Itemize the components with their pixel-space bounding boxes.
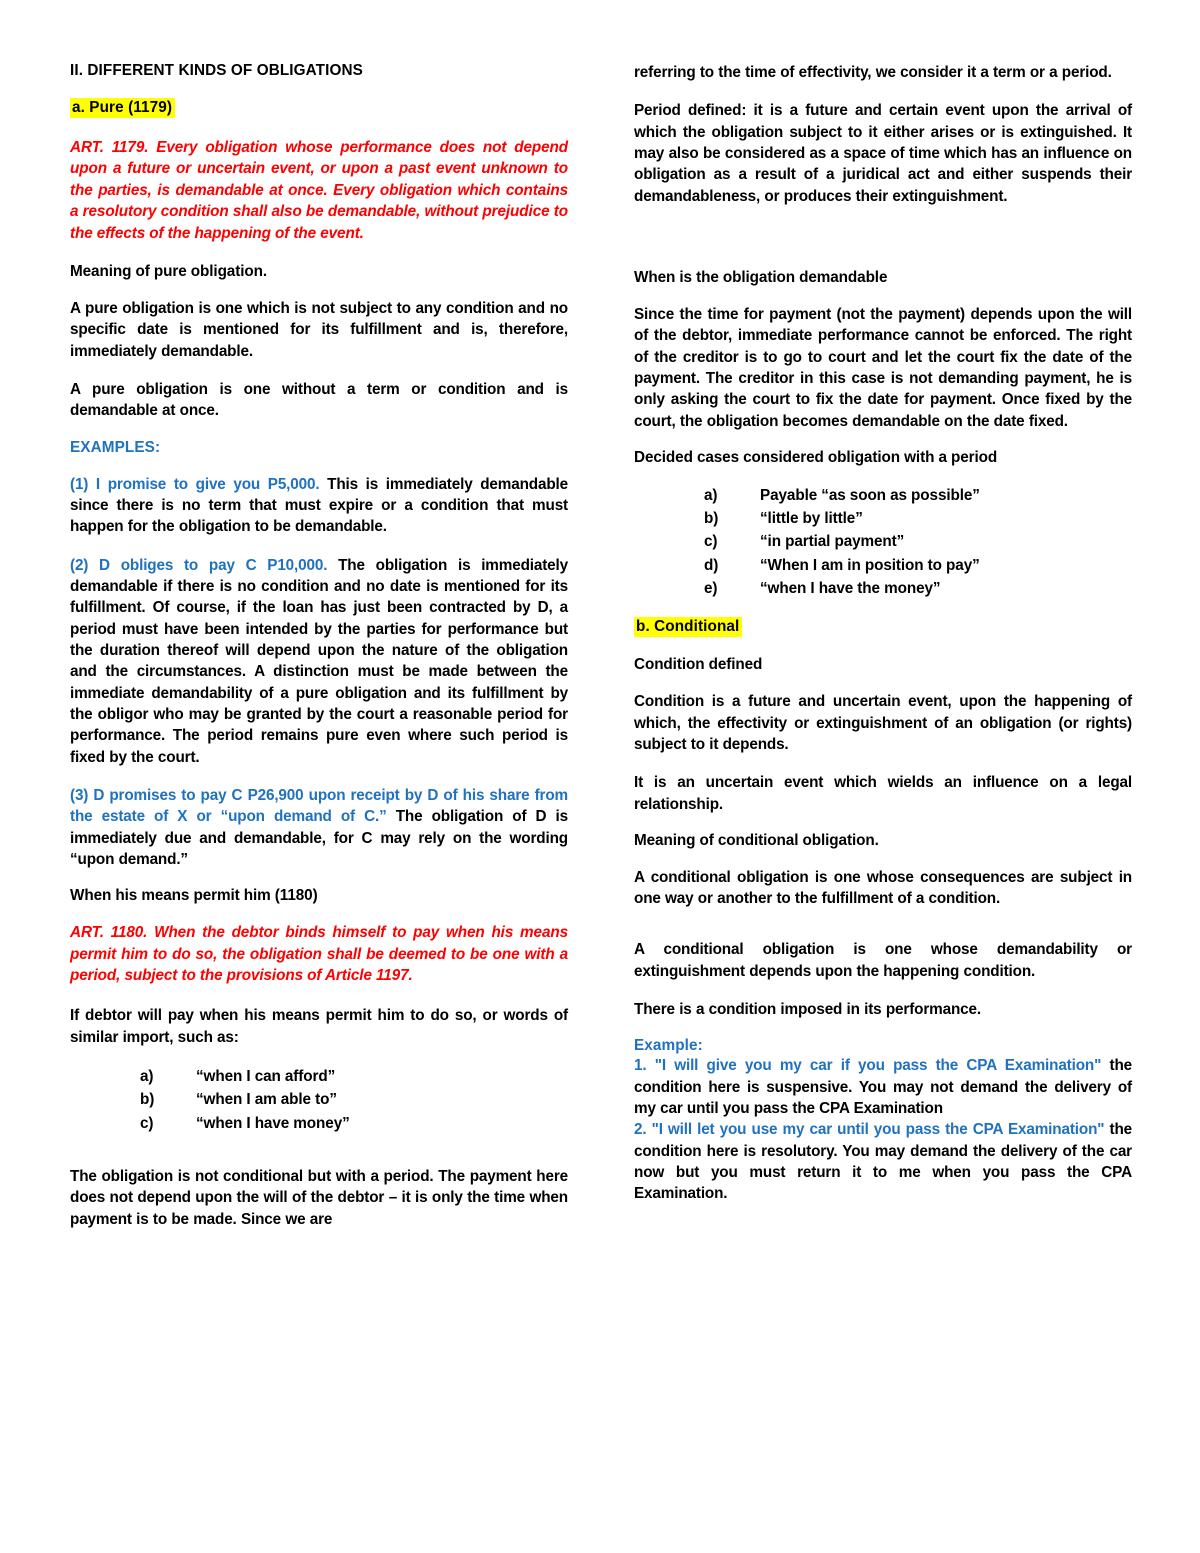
- highlighted-heading-b: b. Conditional: [634, 617, 743, 638]
- page-title: II. DIFFERENT KINDS OF OBLIGATIONS: [70, 62, 363, 79]
- conditional-example-2-label: 2. "I will let you use my car until you …: [634, 1121, 1105, 1139]
- conditional-example-2: 2. "I will let you use my car until you …: [634, 1119, 1132, 1204]
- list-item: d) “When I am in position to pay”: [634, 554, 1132, 577]
- list-item-label: “little by little”: [760, 510, 863, 528]
- conditional-example-1-label: 1. "I will give you my car if you pass t…: [634, 1057, 1102, 1075]
- list-item-label: “when I have the money”: [760, 579, 941, 597]
- article-1180-text: ART. 1180. When the debtor binds himself…: [70, 924, 568, 985]
- list-marker: c): [704, 533, 718, 551]
- conditional-example-1: 1. "I will give you my car if you pass t…: [634, 1055, 1132, 1119]
- example-1-label: (1) I promise to give you P5,000.: [70, 475, 320, 493]
- heading-pure-1179: a. Pure (1179): [70, 98, 568, 118]
- example-3: (3) D promises to pay C P26,900 upon rec…: [70, 785, 568, 870]
- paragraph-condition-definition-1: Condition is a future and uncertain even…: [634, 693, 1132, 753]
- paragraph-closing-left-column: The obligation is not conditional but wi…: [70, 1167, 568, 1228]
- paragraph-if-debtor-will-pay: If debtor will pay when his means permit…: [70, 1007, 568, 1046]
- means-permit-list: a) “when I can afford” b) “when I am abl…: [70, 1065, 568, 1135]
- paragraph-conditional-3: There is a condition imposed in its perf…: [634, 1001, 981, 1019]
- paragraph-continuation: referring to the time of effectivity, we…: [634, 64, 1112, 81]
- article-1179-text: ART. 1179. Every obligation whose perfor…: [70, 139, 568, 242]
- heading-conditional: b. Conditional: [634, 617, 1132, 638]
- left-column: II. DIFFERENT KINDS OF OBLIGATIONS a. Pu…: [70, 62, 568, 1230]
- list-item: c) “in partial payment”: [634, 530, 1132, 553]
- paragraph-period-defined: Period defined: it is a future and certa…: [634, 102, 1132, 205]
- paragraph-condition-definition-2: It is an uncertain event which wields an…: [634, 774, 1132, 813]
- heading-condition-defined: Condition defined: [634, 656, 763, 674]
- list-marker: e): [704, 579, 718, 597]
- list-marker: b): [704, 510, 719, 528]
- example-2: (2) D obliges to pay C P10,000. The obli…: [70, 555, 568, 768]
- list-item: c) “when I have money”: [70, 1112, 568, 1135]
- list-item: b) “little by little”: [634, 507, 1132, 530]
- paragraph-conditional-2: A conditional obligation is one whose de…: [634, 941, 1132, 980]
- paragraph-pure-definition-1: A pure obligation is one which is not su…: [70, 300, 568, 360]
- example-2-label: (2) D obliges to pay C P10,000.: [70, 556, 328, 574]
- heading-example: Example:: [634, 1037, 703, 1055]
- example-2-body: The obligation is immediately demandable…: [70, 556, 568, 766]
- heading-meaning-of-pure-obligation: Meaning of pure obligation.: [70, 263, 267, 281]
- example-1: (1) I promise to give you P5,000. This i…: [70, 474, 568, 538]
- list-item: a) Payable “as soon as possible”: [634, 484, 1132, 507]
- heading-examples: EXAMPLES:: [70, 438, 161, 456]
- list-marker: b): [140, 1091, 155, 1109]
- heading-decided-cases: Decided cases considered obligation with…: [634, 448, 998, 466]
- list-marker: a): [704, 486, 718, 504]
- list-item-label: Payable “as soon as possible”: [760, 486, 980, 504]
- document-page: II. DIFFERENT KINDS OF OBLIGATIONS a. Pu…: [0, 0, 1200, 1553]
- list-marker: c): [140, 1114, 154, 1132]
- list-item-label: “When I am in position to pay”: [760, 556, 980, 574]
- list-item-label: “when I have money”: [196, 1114, 350, 1132]
- list-item: e) “when I have the money”: [634, 577, 1132, 600]
- list-marker: d): [704, 556, 719, 574]
- list-item-label: “in partial payment”: [760, 533, 905, 551]
- list-item-label: “when I am able to”: [196, 1091, 337, 1109]
- heading-meaning-of-conditional-obligation: Meaning of conditional obligation.: [634, 831, 879, 849]
- paragraph-when-demandable: Since the time for payment (not the paym…: [634, 305, 1132, 430]
- list-item-label: “when I can afford”: [196, 1068, 336, 1086]
- heading-when-his-means-permit-him: When his means permit him (1180): [70, 887, 318, 905]
- two-column-layout: II. DIFFERENT KINDS OF OBLIGATIONS a. Pu…: [70, 62, 1132, 1230]
- list-marker: a): [140, 1068, 154, 1086]
- paragraph-conditional-1: A conditional obligation is one whose co…: [634, 868, 1132, 908]
- paragraph-pure-definition-2: A pure obligation is one without a term …: [70, 381, 568, 420]
- decided-cases-list: a) Payable “as soon as possible” b) “lit…: [634, 484, 1132, 600]
- list-item: a) “when I can afford”: [70, 1065, 568, 1088]
- highlighted-heading-a: a. Pure (1179): [70, 98, 176, 118]
- right-column: referring to the time of effectivity, we…: [634, 62, 1132, 1205]
- list-item: b) “when I am able to”: [70, 1088, 568, 1111]
- heading-when-is-the-obligation-demandable: When is the obligation demandable: [634, 268, 888, 286]
